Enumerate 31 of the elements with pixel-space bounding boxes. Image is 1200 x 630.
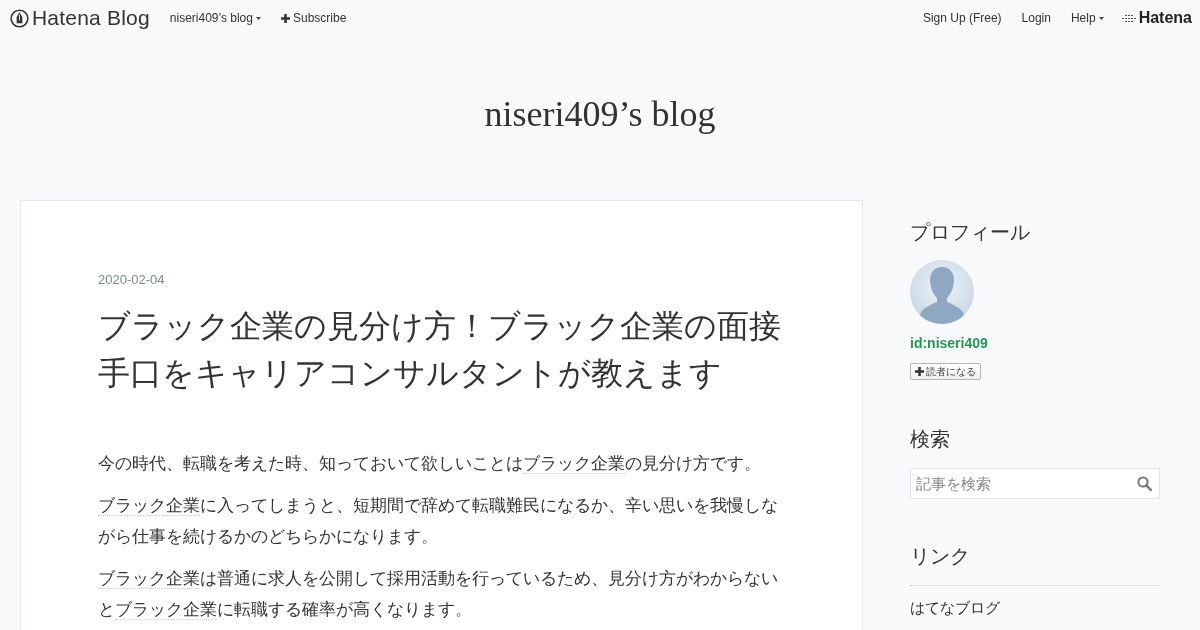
keyword-link[interactable]: ブラック企業 bbox=[98, 496, 200, 516]
keyword-link[interactable]: ブラック企業 bbox=[98, 569, 200, 589]
entry-paragraph: ブラック企業に入ってしまうと、短期間で辞めて転職難民になるか、辛い思いを我慢しながら仕事を続けるかのどちらかになります。 bbox=[98, 495, 779, 548]
plus-icon bbox=[280, 13, 290, 23]
sidebar-heading: 検索 bbox=[910, 427, 951, 452]
sidebar-link[interactable]: はてなブログ bbox=[910, 598, 1000, 618]
logo-link[interactable]: Hatena bbox=[1121, 9, 1192, 27]
logo-link[interactable]: Hatena Blog bbox=[10, 6, 150, 30]
blog-menu[interactable]: niseri409’s blog bbox=[169, 11, 261, 25]
caret-icon bbox=[1098, 16, 1104, 20]
nav-link[interactable]: Sign Up (Free) bbox=[922, 11, 1002, 25]
nav-link[interactable]: Login bbox=[1021, 11, 1051, 25]
follow-button[interactable]: 読者になる bbox=[910, 363, 981, 380]
help-menu[interactable]: Help bbox=[1070, 11, 1104, 25]
entry-paragraph: ブラック企業は普通に求人を公開して採用活動を行っているため、見分け方がわからないと ブラック企業に転職する確率が高くなります。 bbox=[98, 568, 779, 622]
entry-paragraph: 今の時代、転職を考えた時、知っておいて欲しいことはブラック企業の見分け方です。 bbox=[98, 453, 762, 476]
search-field[interactable]: 記事を検索 bbox=[910, 468, 1160, 499]
sidebar-heading: プロフィール bbox=[910, 220, 1031, 245]
keyword-link[interactable]: ブラック企業 bbox=[523, 454, 625, 474]
pen-nib-icon bbox=[10, 8, 29, 28]
caret-icon bbox=[255, 16, 261, 20]
sidebar-heading: リンク bbox=[910, 544, 971, 569]
entry-title: ブラック企業の見分け方！ブラック企業の面接手口をキャリアコンサルタントが教えます bbox=[98, 307, 782, 393]
search-icon[interactable] bbox=[1137, 476, 1152, 491]
subscribe-link[interactable]: Subscribe bbox=[280, 11, 347, 25]
entry-date: 2020-02-04 bbox=[98, 271, 166, 289]
keyword-link[interactable]: ブラック企業 bbox=[115, 600, 217, 620]
dashed-lines-icon bbox=[1121, 13, 1136, 23]
avatar-icon bbox=[910, 260, 974, 324]
plus-icon bbox=[915, 367, 924, 376]
blog-title: niseri409’s blog bbox=[483, 93, 717, 136]
